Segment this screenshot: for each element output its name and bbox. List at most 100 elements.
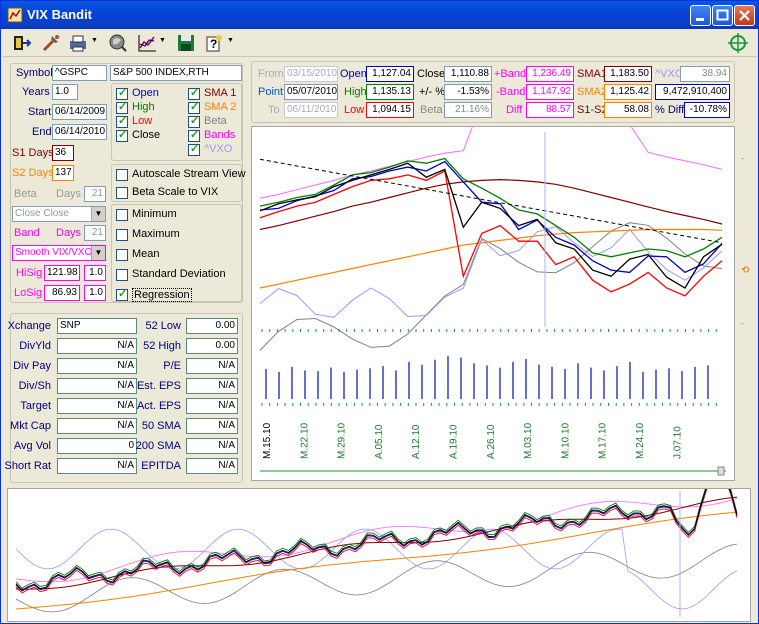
- band-days-field[interactable]: 21: [84, 225, 106, 241]
- x-axis-label: M.10.10: [560, 422, 571, 459]
- minimize-icon: [696, 18, 704, 21]
- checkbox-low[interactable]: [116, 114, 128, 128]
- symbol-name-field[interactable]: S&P 500 INDEX,RTH: [110, 65, 242, 81]
- window-title: VIX Bandit: [27, 7, 93, 22]
- s2days-field[interactable]: 137: [52, 165, 74, 181]
- s1s2-label: S1-S2: [577, 104, 608, 116]
- point-date-field[interactable]: 05/07/2010: [284, 84, 338, 100]
- fund-label: EPITDA: [141, 460, 181, 472]
- beta-days-field[interactable]: 21: [84, 186, 106, 202]
- to-label: To: [268, 104, 280, 116]
- chart-icon[interactable]: [136, 32, 158, 54]
- checkbox-maximum[interactable]: [116, 229, 128, 241]
- close-select[interactable]: Close Close ▼: [12, 206, 106, 222]
- x-axis-label: M.24.10: [635, 422, 646, 459]
- checkbox-regression[interactable]: [116, 287, 128, 301]
- mband-label: -Band: [496, 86, 526, 98]
- save-icon[interactable]: [175, 32, 197, 54]
- fundamentals-panel: Xchange SNP 52 Low 0.00 DivYld N/A 52 High 0.00…: [5, 313, 243, 483]
- x-axis-label: M.03.10: [523, 422, 534, 459]
- quote-panel: From 03/15/2010 Point 05/07/2010 To 06/1…: [251, 61, 735, 123]
- checkbox-sma-1[interactable]: [188, 86, 200, 100]
- close-button[interactable]: [734, 5, 755, 26]
- compass-icon[interactable]: [727, 32, 749, 54]
- close-icon: [739, 10, 750, 21]
- checkbox-autoscale-stream-view[interactable]: [116, 169, 128, 181]
- high-field: 1,135.13: [366, 84, 414, 100]
- checkbox-bands[interactable]: [188, 128, 200, 142]
- checkbox-label: ^VXO: [204, 143, 233, 155]
- beta-label: Beta: [14, 188, 37, 200]
- checkbox-label: High: [132, 101, 155, 113]
- print-dropdown-arrow-icon[interactable]: ▼: [91, 37, 98, 44]
- stream-chart-panel: [7, 472, 751, 622]
- print-icon[interactable]: [67, 32, 89, 54]
- x-axis-label: M.17.10: [598, 422, 609, 459]
- toolbar: ▼ ▼ ? ▼: [3, 29, 757, 57]
- pct-field: -1.53%: [444, 84, 492, 100]
- years-field[interactable]: 1.0: [52, 84, 78, 100]
- chevron-down-icon: ▼: [91, 207, 105, 221]
- checkbox-close[interactable]: [116, 128, 128, 142]
- smooth-select[interactable]: Smooth VIX/VXO ▼: [12, 245, 106, 261]
- point-label: Point: [258, 86, 284, 98]
- checkbox-label: Minimum: [132, 208, 177, 220]
- hisig-mult-field[interactable]: 1.0: [84, 265, 106, 281]
- checkbox-standard-deviation[interactable]: [116, 269, 128, 281]
- fund-label: 200 SMA: [135, 440, 181, 452]
- search-globe-icon[interactable]: [107, 32, 129, 54]
- minimize-button[interactable]: [690, 5, 711, 26]
- tools-icon[interactable]: [40, 32, 62, 54]
- from-label: From: [258, 68, 284, 80]
- diff-field: 88.57: [526, 102, 574, 118]
- to-date-field[interactable]: 06/11/2010: [284, 102, 338, 118]
- end-label: End: [32, 126, 52, 138]
- fund-value: N/A: [57, 398, 137, 414]
- price-chart[interactable]: M.15.10 M.22.10 M.29.10 A.05.10 A.12.10 A.19.…: [252, 101, 734, 480]
- x-axis-label: A.12.10: [411, 424, 422, 459]
- stream-sma1-line: [15, 496, 738, 590]
- maximize-button[interactable]: [712, 5, 733, 26]
- x-axis-label: M.15.10: [262, 422, 273, 459]
- stream-sma2-line: [15, 511, 738, 610]
- band-label: Band: [14, 227, 40, 239]
- stream-low-line: [15, 477, 738, 594]
- losig-mult-field[interactable]: 1.0: [84, 285, 106, 301]
- symbol-field[interactable]: ^GSPC: [52, 65, 107, 81]
- fund-value: N/A: [57, 418, 137, 434]
- losig-label: LoSig: [14, 287, 43, 299]
- checkbox-minimum[interactable]: [116, 209, 128, 221]
- checkbox-sma-2[interactable]: [188, 100, 200, 114]
- fund-value: N/A: [186, 458, 238, 474]
- chart-dropdown-arrow-icon[interactable]: ▼: [159, 37, 166, 44]
- fund-label: Est. EPS: [136, 380, 181, 392]
- exit-icon[interactable]: [11, 32, 33, 54]
- band-days-label: Days: [56, 227, 82, 239]
- start-date-field[interactable]: 06/14/2009: [52, 104, 107, 120]
- hisig-field[interactable]: 121.98: [44, 265, 80, 281]
- fund-label: Avg Vol: [13, 440, 51, 452]
- checkbox-vxo[interactable]: [188, 142, 200, 156]
- svg-text:-: -: [741, 154, 744, 163]
- svg-text:-: -: [741, 319, 744, 328]
- losig-field[interactable]: 86.93: [44, 285, 80, 301]
- high-label: High: [344, 86, 367, 98]
- pct-label: +/- %: [419, 86, 445, 98]
- checkbox-beta[interactable]: [188, 114, 200, 128]
- checkbox-beta-scale-to-vix[interactable]: [116, 187, 128, 199]
- help-icon[interactable]: ?: [203, 32, 225, 54]
- x-axis-label: J.07.10: [672, 426, 683, 459]
- volume-field: 9,472,910,400: [655, 84, 730, 100]
- from-date-field[interactable]: 03/15/2010: [284, 66, 338, 82]
- checkbox-open[interactable]: [116, 86, 128, 100]
- checkbox-mean[interactable]: [116, 249, 128, 261]
- stream-beta-line: [15, 543, 738, 613]
- close-label: Close: [417, 68, 446, 80]
- checkbox-high[interactable]: [116, 100, 128, 114]
- end-date-field[interactable]: 06/14/2010: [52, 124, 107, 140]
- s1days-field[interactable]: 36: [52, 145, 74, 161]
- refresh-icon[interactable]: ⟲: [741, 265, 750, 276]
- fund-label: Target: [20, 400, 51, 412]
- help-dropdown-arrow-icon[interactable]: ▼: [227, 37, 234, 44]
- stream-chart[interactable]: [8, 472, 750, 621]
